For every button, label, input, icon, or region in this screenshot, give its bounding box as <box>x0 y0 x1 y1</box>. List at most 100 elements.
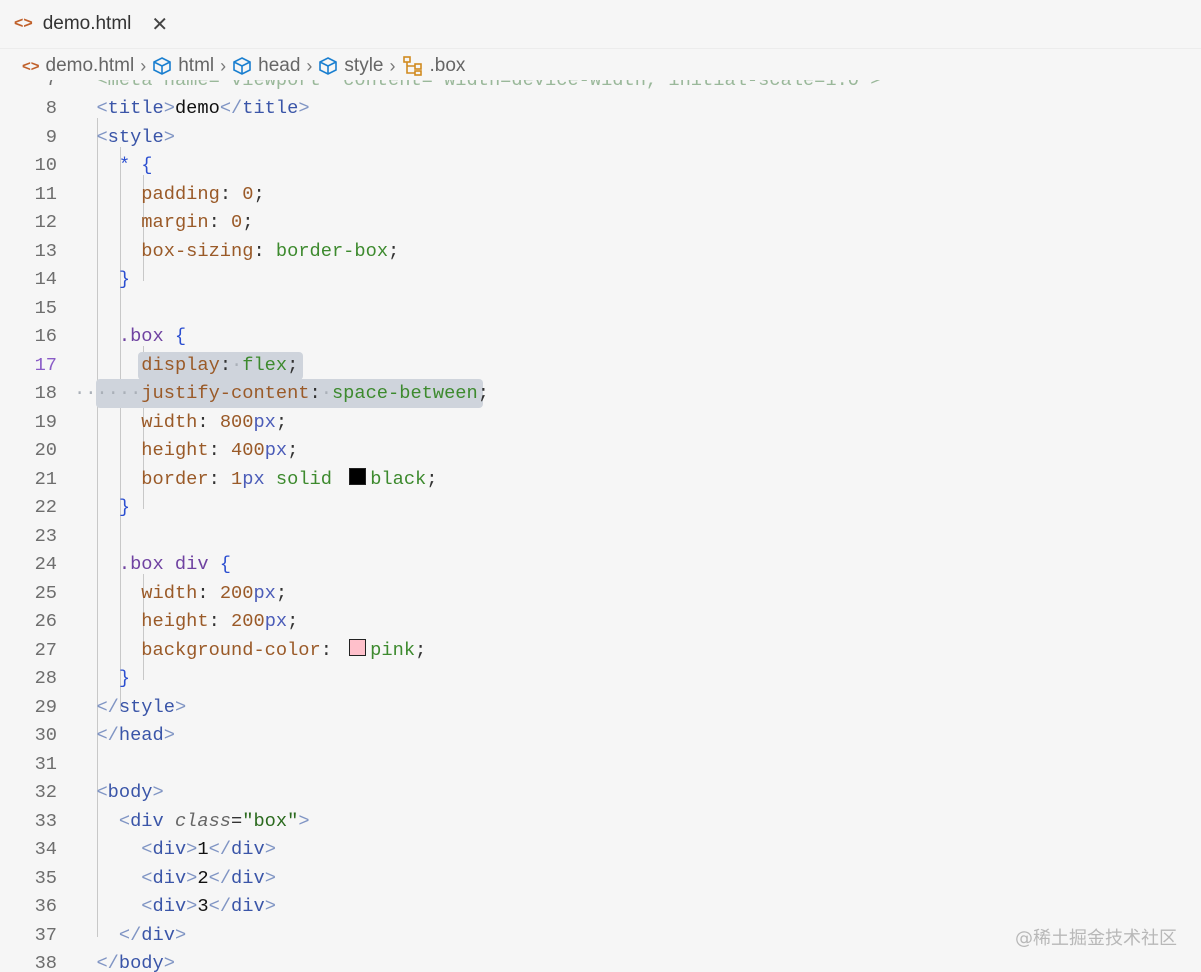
code-line[interactable]: 35 <div>2</div> <box>0 864 1201 893</box>
code-line[interactable]: 33 <div class="box"> <box>0 807 1201 836</box>
code-token: { <box>208 553 232 575</box>
code-token: > <box>264 838 276 860</box>
line-number: 14 <box>34 268 57 290</box>
breadcrumb-box[interactable]: .box <box>430 55 466 77</box>
code-text: <div>1</div> <box>74 835 276 864</box>
code-token: : <box>208 467 232 490</box>
code-line[interactable]: 13 box-sizing: border-box; <box>0 237 1201 266</box>
code-token: div <box>231 895 265 917</box>
code-token: * { <box>118 154 153 176</box>
code-token: width <box>141 410 198 433</box>
code-line[interactable]: 15 <box>0 294 1201 323</box>
line-number: 20 <box>34 439 57 461</box>
code-line[interactable]: 23 <box>0 522 1201 551</box>
code-text: width: 800px; <box>74 408 287 437</box>
code-token: { <box>163 325 187 347</box>
code-line[interactable]: 10 * { <box>0 151 1201 180</box>
code-token: </ <box>96 952 119 972</box>
code-line[interactable]: 29 </style> <box>0 693 1201 722</box>
code-line[interactable]: 27 background-color: pink; <box>0 636 1201 665</box>
code-line[interactable]: 24 .box div { <box>0 550 1201 579</box>
code-token: display <box>141 353 220 376</box>
code-token: </ <box>208 838 232 860</box>
code-token: demo <box>174 97 220 119</box>
code-token: 200 <box>219 581 254 604</box>
code-token: 0 <box>242 182 254 205</box>
code-line[interactable]: 30 </head> <box>0 721 1201 750</box>
code-line[interactable]: 26 height: 200px; <box>0 607 1201 636</box>
code-line[interactable]: 8 <title>demo</title> <box>0 94 1201 123</box>
code-line[interactable]: 16 .box { <box>0 322 1201 351</box>
code-text: } <box>74 493 130 522</box>
code-line[interactable]: 18 ······justify-content:·space-between; <box>0 379 1201 408</box>
code-line[interactable]: 21 border: 1px solid black; <box>0 465 1201 494</box>
code-line[interactable]: 17 display:·flex; <box>0 351 1201 380</box>
code-token: · <box>320 382 332 404</box>
code-token: border-box <box>275 239 389 262</box>
code-token: : <box>208 439 232 461</box>
code-line[interactable]: 36 <div>3</div> <box>0 892 1201 921</box>
code-editor[interactable]: 7 <meta name="viewport" content="width=d… <box>0 80 1201 972</box>
code-text: <div>2</div> <box>74 864 276 893</box>
code-line[interactable]: 22 } <box>0 493 1201 522</box>
code-line[interactable]: 25 width: 200px; <box>0 579 1201 608</box>
code-line[interactable]: 14 } <box>0 265 1201 294</box>
tab-demo-html[interactable]: <> demo.html ✕ <box>0 0 182 48</box>
code-token: ; <box>388 239 400 262</box>
code-line[interactable]: 7 <meta name="viewport" content="width=d… <box>0 80 1201 94</box>
line-number: 24 <box>34 553 57 575</box>
code-token: pink <box>370 638 416 661</box>
code-token: width <box>141 581 198 604</box>
code-token: ; <box>275 410 288 433</box>
code-token: > <box>264 895 276 917</box>
code-token: > <box>174 695 187 718</box>
breadcrumb: <> demo.html › html › head › style › .bo… <box>22 55 465 77</box>
code-line[interactable]: 9 <style> <box>0 123 1201 152</box>
line-number: 25 <box>34 581 57 604</box>
code-token: : <box>208 211 232 233</box>
line-number: 23 <box>34 524 57 547</box>
code-token: < <box>96 125 108 148</box>
cube-icon <box>233 57 251 75</box>
code-token: 0 <box>231 211 243 233</box>
code-token: height <box>141 610 209 632</box>
color-swatch[interactable] <box>349 467 367 485</box>
code-text: <title>demo</title> <box>74 94 309 123</box>
code-token: div <box>231 866 265 889</box>
code-token: div <box>141 923 175 946</box>
code-token: ; <box>477 382 489 404</box>
code-token: style <box>118 695 175 718</box>
code-text: </body> <box>74 949 175 972</box>
line-number: 12 <box>34 211 57 233</box>
code-token: black <box>370 467 427 490</box>
code-line[interactable]: 38 </body> <box>0 949 1201 972</box>
close-tab-icon[interactable]: ✕ <box>151 12 168 37</box>
code-line[interactable]: 31 <box>0 750 1201 779</box>
code-token: 400 <box>231 439 265 461</box>
color-swatch[interactable] <box>349 638 367 656</box>
code-line[interactable]: 20 height: 400px; <box>0 436 1201 465</box>
tab-bar: <> demo.html ✕ <box>0 0 1201 49</box>
code-token: : <box>309 382 321 404</box>
code-token: : <box>320 638 344 661</box>
line-number: 29 <box>34 695 57 718</box>
breadcrumb-file[interactable]: demo.html <box>46 55 135 77</box>
line-number: 35 <box>34 866 57 889</box>
code-token: </ <box>118 923 142 946</box>
code-token: : <box>208 610 232 632</box>
code-line[interactable]: 32 <body> <box>0 778 1201 807</box>
code-token: "box" <box>242 809 299 832</box>
code-line[interactable]: 12 margin: 0; <box>0 208 1201 237</box>
code-line[interactable]: 34 <div>1</div> <box>0 835 1201 864</box>
code-line[interactable]: 11 padding: 0; <box>0 180 1201 209</box>
code-token: </ <box>208 866 232 889</box>
line-number: 17 <box>34 353 57 376</box>
breadcrumb-style[interactable]: style <box>344 55 383 77</box>
code-token: 1 <box>197 838 209 860</box>
code-token: div <box>152 866 187 889</box>
code-line[interactable]: 19 width: 800px; <box>0 408 1201 437</box>
breadcrumb-head[interactable]: head <box>258 55 300 77</box>
code-line[interactable]: 28 } <box>0 664 1201 693</box>
code-text: <div class="box"> <box>74 807 310 836</box>
breadcrumb-html[interactable]: html <box>178 55 214 77</box>
